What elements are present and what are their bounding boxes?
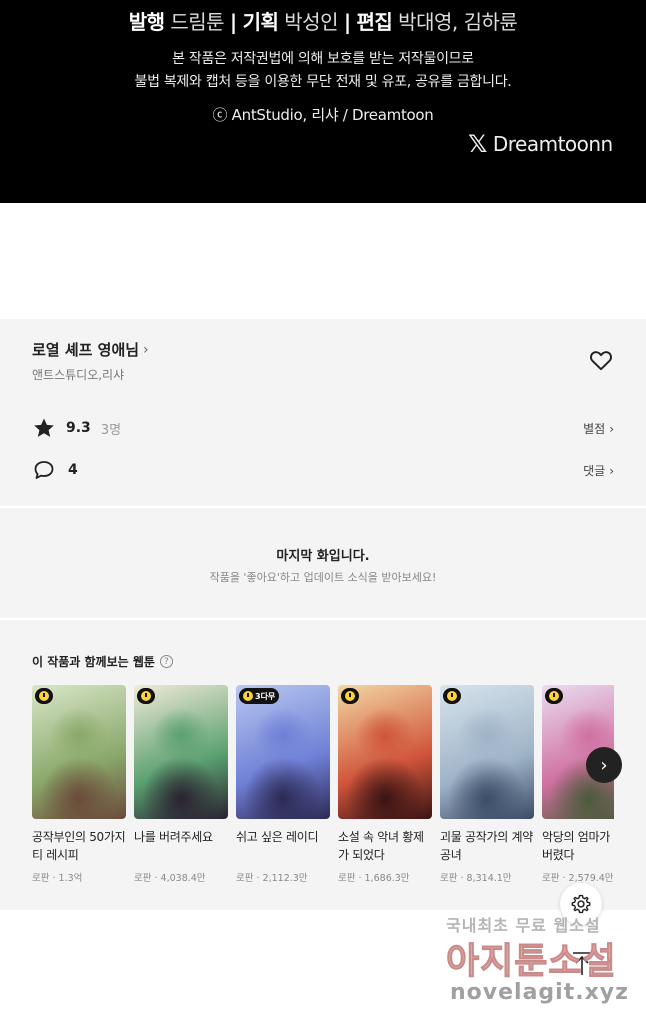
rating-value: 9.3 [66,420,91,436]
rating-link[interactable]: 별점 › [583,420,614,437]
editor-names: 박대영, 김하륜 [398,10,518,34]
chevron-right-icon: › [143,341,149,358]
editor-label: 편집 [356,10,393,34]
badge-label: 3다무 [255,691,276,701]
wait-free-badge [35,688,53,704]
copyright-notice-2: 불법 복제와 캡처 등을 이용한 무단 전재 및 유포, 공유를 금합니다. [134,74,512,90]
x-logo-icon: 𝕏 [468,130,487,158]
card-title: 나를 버려주세요 [134,830,213,844]
comment-summary: 4 [32,458,78,482]
clock-icon [447,691,457,701]
card-meta: 로판 · 4,038.4만 [134,873,206,884]
cover-thumbnail: 3다무 [236,685,330,819]
work-title: 로열 셰프 영애님 [32,341,140,359]
last-episode-title: 마지막 화입니다. [276,549,370,564]
credits-staff: 발행 드림툰 | 기획 박성인 | 편집 박대영, 김하륜 [0,6,646,35]
gear-icon [571,894,591,914]
last-episode-subtitle: 작품을 '좋아요'하고 업데이트 소식을 받아보세요! [209,571,437,584]
separator: | [229,10,237,34]
work-author: 앤트스튜디오,리샤 [32,368,125,382]
card-title: 악당의 엄마가 되어버렸다 [542,830,614,862]
wait-free-badge [545,688,563,704]
cover-thumbnail [440,685,534,819]
like-heart-icon[interactable] [588,347,614,373]
recommendation-title: 이 작품과 함께보는 웹툰 [32,655,155,669]
comment-count: 4 [68,462,78,478]
clock-icon [243,691,253,701]
rating-summary: 9.3 3명 [32,416,121,440]
comments-link-label: 댓글 [583,464,606,478]
recommendation-card[interactable]: 괴물 공작가의 계약 공녀로판 · 8,314.1만 [440,685,534,884]
clock-icon [141,691,151,701]
wait-free-badge: 3다무 [239,688,280,704]
card-meta: 로판 · 2,579.4만 [542,873,614,884]
scroll-to-top-button[interactable] [568,950,596,978]
copyright-notice-1: 본 작품은 저작권법에 의해 보호를 받는 저작물이므로 [172,51,474,67]
planner-name: 박성인 [284,10,338,34]
recommendation-card[interactable]: 나를 버려주세요로판 · 4,038.4만 [134,685,228,884]
work-info-panel: 로열 셰프 영애님 › 앤트스튜디오,리샤 9.3 3명 별점 › 4 댓글 › [0,319,646,506]
clock-icon [39,691,49,701]
rating-count: 3명 [100,422,122,438]
x-handle: Dreamtoonn [492,132,613,156]
help-icon[interactable]: ? [159,655,173,668]
recommendation-section: 이 작품과 함께보는 웹툰 ? 공작부인의 50가지 티 레시피로판 · 1.3… [0,620,646,910]
rating-link-label: 별점 [583,422,606,436]
clock-icon [549,691,559,701]
card-meta: 로판 · 8,314.1만 [440,873,512,884]
wait-free-badge [443,688,461,704]
star-icon [34,418,54,437]
carousel-next-button[interactable]: › [586,747,622,783]
recommendation-card[interactable]: 공작부인의 50가지 티 레시피로판 · 1.3억 [32,685,126,884]
card-meta: 로판 · 1.3억 [32,873,83,884]
wait-free-badge [137,688,155,704]
recommendation-card[interactable]: 소설 속 악녀 황제가 되었다로판 · 1,686.3만 [338,685,432,884]
watermark-line-3: novelagit.xyz [450,980,629,1005]
publisher-name: 드림툰 [170,10,225,34]
recommendation-header: 이 작품과 함께보는 웹툰 ? [32,653,173,670]
recommendation-card[interactable]: 악당의 엄마가 되어버렸다로판 · 2,579.4만 [542,685,614,884]
last-episode-notice: 마지막 화입니다. 작품을 '좋아요'하고 업데이트 소식을 받아보세요! [0,508,646,618]
card-title: 소설 속 악녀 황제가 되었다 [338,830,424,862]
comments-link[interactable]: 댓글 › [583,462,614,479]
comment-bubble-icon [34,461,54,479]
copyright-line: ⓒ AntStudio, 리샤 / Dreamtoon [212,106,434,124]
card-title: 쉬고 싶은 레이디 [236,830,319,844]
arrow-up-icon [573,952,591,975]
credits-banner: 발행 드림툰 | 기획 박성인 | 편집 박대영, 김하륜 본 작품은 저작권법… [0,0,646,203]
card-title: 괴물 공작가의 계약 공녀 [440,830,533,862]
x-account: 𝕏 Dreamtoonn [468,130,613,158]
chevron-right-icon: › [609,421,614,436]
planning-label: 기획 [242,10,279,34]
settings-button[interactable] [560,883,602,925]
clock-icon [345,691,355,701]
card-meta: 로판 · 2,112.3만 [236,873,308,884]
cover-thumbnail [338,685,432,819]
recommendation-card[interactable]: 3다무쉬고 싶은 레이디로판 · 2,112.3만 [236,685,330,884]
site-watermark: 국내최초 무료 웹소설 아지툰소설 novelagit.xyz [446,912,646,1025]
cover-thumbnail [32,685,126,819]
wait-free-badge [341,688,359,704]
separator: | [343,10,351,34]
work-title-link[interactable]: 로열 셰프 영애님 › [32,339,149,360]
cover-thumbnail [134,685,228,819]
recommendation-carousel: 공작부인의 50가지 티 레시피 로판 · 1.3억 나를 버려주세요 로판 · 4,… [32,685,614,885]
card-meta: 로판 · 1,686.3만 [338,873,410,884]
card-title: 공작부인의 50가지 티 레시피 [32,830,126,862]
chevron-right-icon: › [609,463,614,478]
publisher-label: 발행 [128,10,165,34]
